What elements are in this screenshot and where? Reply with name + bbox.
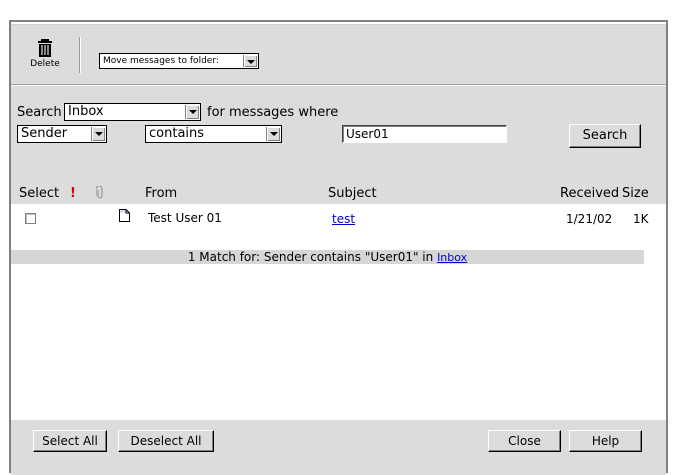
folder-select[interactable]: Inbox: [64, 103, 201, 121]
row-size: 1K: [633, 212, 649, 226]
table-row[interactable]: Test User 01 test 1/21/02 1K: [11, 209, 666, 228]
search-button[interactable]: Search: [569, 124, 641, 148]
match-folder-link[interactable]: Inbox: [437, 251, 467, 264]
toolbar: Delete Move messages to folder:: [11, 25, 666, 85]
column-header-subject[interactable]: Subject: [328, 186, 377, 201]
operator-select[interactable]: contains: [145, 125, 282, 143]
deselect-all-button[interactable]: Deselect All: [118, 430, 214, 452]
priority-icon[interactable]: !: [70, 186, 76, 201]
move-to-folder-select[interactable]: Move messages to folder:: [99, 53, 259, 69]
column-header-from[interactable]: From: [145, 186, 177, 201]
row-received: 1/21/02: [566, 212, 613, 226]
dropdown-arrow-icon[interactable]: [185, 105, 199, 119]
dropdown-arrow-icon[interactable]: [91, 127, 105, 141]
delete-button[interactable]: Delete: [25, 39, 65, 79]
move-select-label: Move messages to folder:: [103, 56, 219, 66]
mail-search-window: Delete Move messages to folder: Search I…: [9, 20, 668, 475]
trash-icon: [38, 39, 52, 57]
document-icon: [119, 209, 130, 222]
list-header: Select ! From Subject Received Size: [11, 182, 666, 204]
row-subject-link[interactable]: test: [332, 212, 355, 226]
column-header-received[interactable]: Received: [560, 186, 619, 201]
dropdown-arrow-icon[interactable]: [266, 127, 280, 141]
select-all-button[interactable]: Select All: [33, 430, 107, 452]
field-select-value: Sender: [21, 126, 68, 141]
toolbar-separator: [11, 84, 666, 85]
toolbar-divider: [79, 37, 80, 73]
attachment-icon[interactable]: [96, 186, 104, 200]
match-summary: 1 Match for: Sender contains "User01" in…: [11, 250, 644, 264]
folder-select-value: Inbox: [68, 104, 104, 119]
search-value-text: User01: [346, 127, 389, 141]
operator-select-value: contains: [149, 126, 205, 141]
search-suffix-label: for messages where: [207, 105, 339, 120]
delete-label: Delete: [30, 59, 60, 69]
message-list: Select ! From Subject Received Size Test…: [11, 182, 666, 420]
column-header-size[interactable]: Size: [622, 186, 649, 201]
search-label: Search: [17, 105, 62, 120]
help-button[interactable]: Help: [569, 430, 642, 452]
footer: Select All Deselect All Close Help: [11, 420, 666, 475]
close-button[interactable]: Close: [488, 430, 561, 452]
dropdown-arrow-icon[interactable]: [243, 55, 257, 67]
column-header-select[interactable]: Select: [19, 186, 59, 201]
select-checkbox[interactable]: [25, 213, 36, 224]
match-summary-text: 1 Match for: Sender contains "User01" in: [187, 250, 434, 264]
row-from: Test User 01: [148, 211, 222, 225]
search-value-input[interactable]: User01: [342, 125, 507, 143]
field-select[interactable]: Sender: [17, 125, 107, 143]
